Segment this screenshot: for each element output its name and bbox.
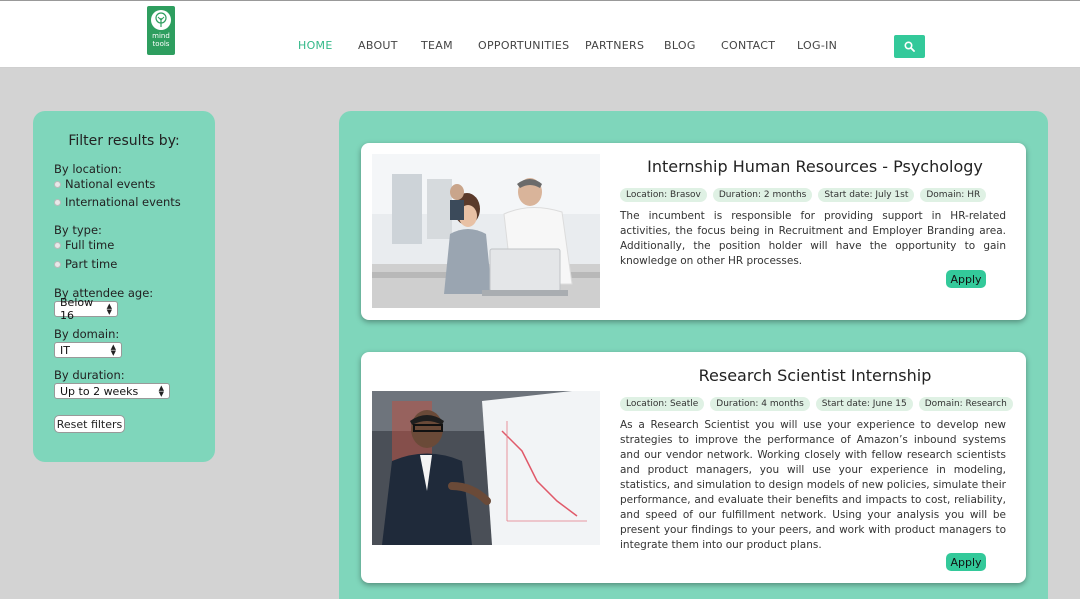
filter-panel: Filter results by: By location: National… [33,111,215,462]
tag-domain: Domain: HR [920,188,987,202]
duration-label: By duration: [54,368,125,382]
age-select-value: Below 16 [60,296,94,322]
select-arrows-icon: ▲ ▼ [158,384,164,398]
filter-title: Filter results by: [68,133,180,149]
radio-button[interactable] [54,198,61,206]
logo-text-line-2: tools [152,40,170,48]
location-label: By location: [54,162,122,176]
site-header: mind tools HOME ABOUT TEAM OPPORTUNITIES… [0,0,1080,68]
domain-select[interactable]: IT ▲ ▼ [54,342,122,358]
nav-team[interactable]: TEAM [421,39,453,52]
nav-login[interactable]: LOG-IN [797,39,837,52]
radio-label: Full time [65,238,115,252]
radio-button[interactable] [54,260,61,268]
nav-about[interactable]: ABOUT [358,39,398,52]
listing-photo-office [372,154,600,308]
radio-label: Part time [65,257,118,271]
apply-button[interactable]: Apply [946,553,986,571]
listing-description: As a Research Scientist you will use you… [620,419,1006,551]
radio-button[interactable] [54,180,61,188]
tag-start-date: Start date: July 1st [818,188,915,202]
listing-description: The incumbent is responsible for providi… [620,210,1006,267]
age-select[interactable]: Below 16 ▲ ▼ [54,296,118,322]
apply-button[interactable]: Apply [946,270,986,288]
duration-select[interactable]: Up to 2 weeks ▲ ▼ [54,383,170,399]
select-arrows-icon: ▲ ▼ [106,302,112,316]
duration-select-value: Up to 2 weeks [60,384,139,398]
listing-title: Internship Human Resources - Psychology [647,157,983,176]
radio-part-time[interactable]: Part time [54,257,117,271]
listing-tags: Location: Seatle Duration: 4 months Star… [620,397,1013,411]
listing-card: Internship Human Resources - Psychology … [361,143,1026,320]
tag-location: Location: Seatle [620,397,705,411]
domain-select-value: IT [60,343,70,357]
radio-label: International events [65,195,181,209]
mindtools-logo[interactable]: mind tools [147,6,175,55]
tag-start-date: Start date: June 15 [815,397,913,411]
logo-text: mind tools [152,32,170,48]
radio-international-events[interactable]: International events [54,195,181,209]
tree-icon [151,10,171,30]
tag-duration: Duration: 2 months [712,188,813,202]
reset-filters-button[interactable]: Reset filters [54,415,125,433]
radio-national-events[interactable]: National events [54,177,155,191]
radio-label: National events [65,177,156,191]
type-label: By type: [54,223,102,237]
nav-opportunities[interactable]: OPPORTUNITIES [478,39,569,52]
select-arrows-icon: ▲ ▼ [110,343,116,357]
listing-tags: Location: Brasov Duration: 2 months Star… [620,188,987,202]
radio-button[interactable] [54,241,61,249]
results-panel: Internship Human Resources - Psychology … [339,111,1048,599]
listing-title: Research Scientist Internship [698,366,932,385]
nav-home[interactable]: HOME [298,39,333,52]
tag-duration: Duration: 4 months [710,397,810,411]
listing-card: Research Scientist Internship Location: … [361,352,1026,583]
tag-domain: Domain: Research [918,397,1013,411]
domain-label: By domain: [54,327,120,341]
logo-text-line-1: mind [152,32,170,40]
nav-contact[interactable]: CONTACT [721,39,775,52]
listing-photo-flipchart [372,391,600,545]
search-icon [904,41,915,52]
radio-full-time[interactable]: Full time [54,238,114,252]
nav-partners[interactable]: PARTNERS [585,39,644,52]
search-button[interactable] [894,35,925,58]
nav-blog[interactable]: BLOG [664,39,696,52]
tag-location: Location: Brasov [620,188,707,202]
